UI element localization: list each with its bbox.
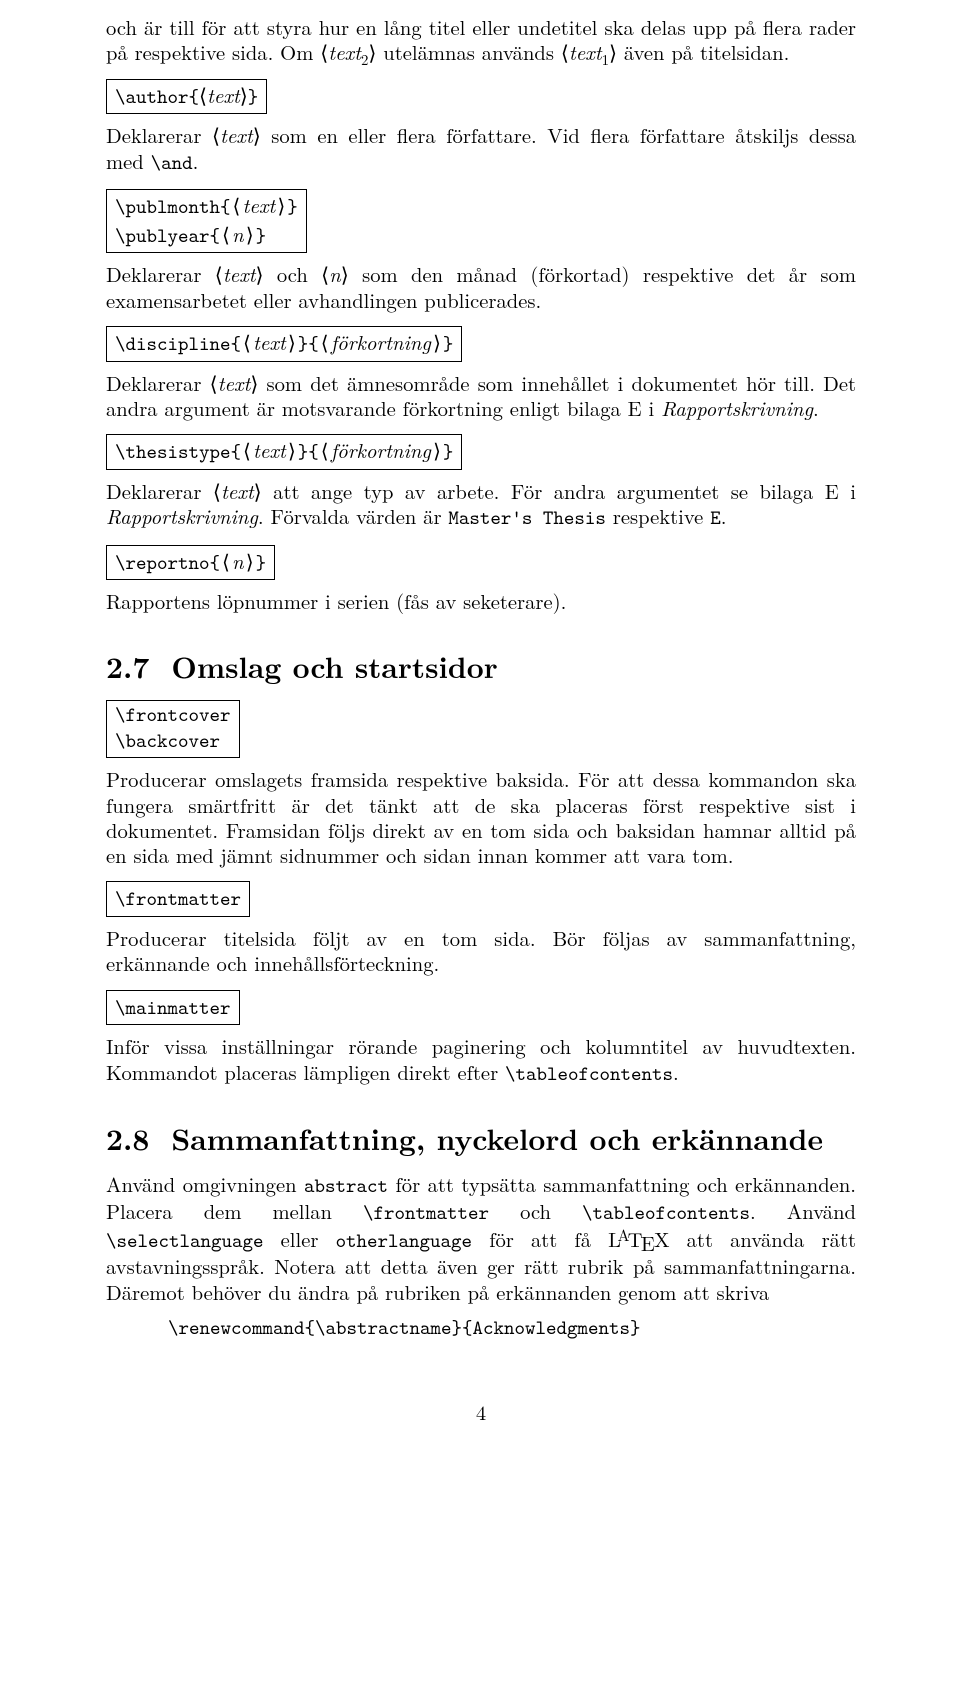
cmd: \backcover bbox=[115, 729, 231, 755]
renewcommand-code: \renewcommand{\abstractname}{Acknowledgm… bbox=[168, 1316, 856, 1341]
text: ⟩ utelämnas används ⟨ bbox=[368, 37, 568, 66]
arg: text bbox=[569, 37, 602, 66]
code: E bbox=[710, 505, 721, 531]
cmd-end: ⟩} bbox=[431, 331, 454, 357]
cmd: \mainmatter bbox=[115, 995, 231, 1021]
text: . bbox=[813, 393, 819, 422]
arg: text bbox=[253, 435, 286, 464]
arg: text bbox=[220, 120, 253, 149]
cmd: \publyear{⟨ bbox=[115, 223, 232, 249]
section-number: 2.7 bbox=[106, 645, 149, 687]
arg: förkortning bbox=[331, 435, 431, 464]
cmd-end: ⟩} bbox=[244, 550, 267, 576]
arg: text bbox=[253, 327, 286, 356]
text: för att få bbox=[472, 1224, 608, 1253]
section-2-8-paragraph: Använd omgivningen abstract för att typs… bbox=[106, 1171, 856, 1304]
title: Rapportskrivning bbox=[106, 501, 258, 530]
cmd-end: } bbox=[248, 84, 259, 110]
cmd: \publmonth{⟨ bbox=[115, 194, 243, 220]
code: \tableofcontents bbox=[505, 1061, 673, 1087]
cmd: \reportno{⟨ bbox=[115, 550, 232, 576]
page-number: 4 bbox=[106, 1399, 856, 1424]
code: \frontmatter bbox=[363, 1200, 489, 1226]
arg: text bbox=[243, 190, 276, 219]
text: respektive bbox=[606, 501, 710, 530]
section-number: 2.8 bbox=[106, 1117, 149, 1159]
section-2-8-heading: 2.8 Sammanfattning, nyckelord och erkänna… bbox=[106, 1120, 856, 1156]
frontmatter-command-box: \frontmatter bbox=[106, 881, 250, 917]
cmd: \author{ bbox=[115, 84, 199, 110]
text: Använd omgivningen bbox=[106, 1169, 304, 1198]
text: . bbox=[721, 501, 727, 530]
frontmatter-paragraph: Producerar titelsida följt av en tom sid… bbox=[106, 925, 856, 976]
discipline-command-box: \discipline{⟨text⟩}{⟨förkortning⟩} bbox=[106, 326, 462, 362]
publ-command-box: \publmonth{⟨text⟩} \publyear{⟨n⟩} bbox=[106, 189, 307, 253]
cmd: \frontmatter bbox=[115, 886, 241, 912]
code: \and bbox=[151, 150, 193, 176]
reportno-command-box: \reportno{⟨n⟩} bbox=[106, 545, 275, 581]
latex-logo: LATEX bbox=[608, 1224, 669, 1253]
arg: text bbox=[328, 37, 361, 66]
subscript: 2 bbox=[361, 49, 368, 70]
code: Master's Thesis bbox=[448, 505, 606, 531]
reportno-paragraph: Rapportens löpnummer i serien (fås av se… bbox=[106, 588, 856, 613]
text: . Förvalda värden är bbox=[258, 501, 449, 530]
text: och bbox=[489, 1196, 582, 1225]
cover-command-box: \frontcover \backcover bbox=[106, 700, 240, 758]
thesistype-paragraph: Deklarerar ⟨text⟩ att ange typ av arbete… bbox=[106, 478, 856, 531]
cmd: \frontcover bbox=[115, 703, 231, 729]
mainmatter-command-box: \mainmatter bbox=[106, 990, 240, 1026]
code: abstract bbox=[304, 1173, 388, 1199]
text: ⟩ även på titelsidan. bbox=[609, 37, 789, 66]
code: otherlanguage bbox=[336, 1228, 473, 1254]
rangle: ⟩ bbox=[240, 80, 248, 109]
intro-paragraph: och är till för att styra hur en lång ti… bbox=[106, 14, 856, 65]
text: . Använd bbox=[750, 1196, 856, 1225]
publ-paragraph: Deklarerar ⟨text⟩ och ⟨n⟩ som den månad … bbox=[106, 261, 856, 312]
discipline-paragraph: Deklarerar ⟨text⟩ som det ämnesområde so… bbox=[106, 370, 856, 421]
text: Inför vissa inställningar rörande pagine… bbox=[106, 1031, 856, 1085]
subscript: 1 bbox=[602, 49, 609, 70]
author-paragraph: Deklarerar ⟨text⟩ som en eller flera för… bbox=[106, 122, 856, 175]
section-title: Sammanfattning, nyckelord och erkännande bbox=[171, 1117, 823, 1159]
text: . bbox=[193, 146, 199, 175]
mainmatter-paragraph: Inför vissa inställningar rörande pagine… bbox=[106, 1033, 856, 1086]
cmd: \thesistype{⟨ bbox=[115, 439, 253, 465]
code: \selectlanguage bbox=[106, 1228, 264, 1254]
arg: n bbox=[232, 219, 244, 248]
langle: ⟨ bbox=[199, 80, 207, 109]
cmd: ⟩}{⟨ bbox=[286, 439, 331, 465]
thesistype-command-box: \thesistype{⟨text⟩}{⟨förkortning⟩} bbox=[106, 434, 462, 470]
cmd: \discipline{⟨ bbox=[115, 331, 253, 357]
text: . bbox=[673, 1057, 679, 1086]
cover-paragraph: Producerar omslagets framsida respektive… bbox=[106, 766, 856, 867]
section-title: Omslag och startsidor bbox=[171, 645, 497, 687]
arg: n bbox=[232, 546, 244, 575]
arg: förkortning bbox=[331, 327, 431, 356]
cmd-end: ⟩} bbox=[275, 194, 298, 220]
section-2-7-heading: 2.7 Omslag och startsidor bbox=[106, 648, 856, 684]
title: Rapportskrivning bbox=[661, 393, 813, 422]
text: eller bbox=[264, 1224, 336, 1253]
cmd-end: ⟩} bbox=[431, 439, 454, 465]
cmd: ⟩}{⟨ bbox=[286, 331, 331, 357]
arg: text bbox=[207, 80, 240, 109]
code: \tableofcontents bbox=[582, 1200, 750, 1226]
cmd-end: ⟩} bbox=[244, 223, 267, 249]
author-command-box: \author{⟨text⟩} bbox=[106, 79, 267, 115]
